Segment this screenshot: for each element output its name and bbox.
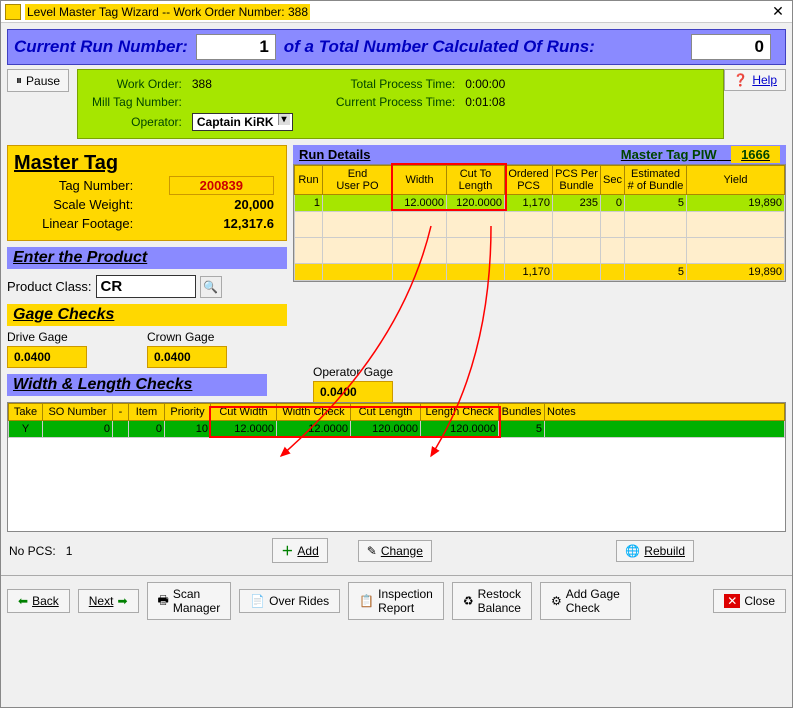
run-totals-row: 1,170 5 19,890 — [295, 264, 785, 281]
col-ordered: OrderedPCS — [505, 166, 553, 195]
drive-gage-label: Drive Gage — [7, 330, 87, 344]
next-button[interactable]: Next➡ — [78, 589, 139, 613]
info-panel: Work Order: 388 Total Process Time: 0:00… — [77, 69, 724, 139]
wl-col-cl: Cut Length — [351, 404, 421, 421]
wl-col-wc: Width Check — [277, 404, 351, 421]
wl-row[interactable]: Y 0 0 10 12.0000 12.0000 120.0000 120.00… — [9, 421, 785, 438]
width-length-header: Width & Length Checks — [7, 374, 267, 396]
tag-number-label: Tag Number: — [16, 177, 137, 194]
mill-tag-label: Mill Tag Number: — [88, 94, 186, 110]
work-order-label: Work Order: — [88, 76, 186, 92]
pause-icon: ⏸ — [16, 73, 22, 88]
app-icon — [5, 4, 21, 20]
col-sec: Sec — [601, 166, 625, 195]
total-runs-label: of a Total Number Calculated Of Runs: — [284, 37, 595, 57]
col-yield: Yield — [687, 166, 785, 195]
piw-label: Master Tag PIW — [621, 147, 717, 162]
mill-tag-value — [188, 94, 248, 110]
col-width: Width — [393, 166, 447, 195]
piw-value: 1666 — [731, 146, 780, 163]
gear-icon: ⚙ — [551, 594, 562, 608]
current-time-label: Current Process Time: — [332, 94, 459, 110]
operator-label: Operator: — [88, 112, 186, 132]
scale-weight-label: Scale Weight: — [16, 196, 137, 213]
close-icon[interactable]: ✕ — [768, 3, 788, 20]
scan-manager-button[interactable]: 🖶ScanManager — [147, 582, 232, 620]
operator-gage-label: Operator Gage — [313, 365, 393, 379]
run-status-bar: Current Run Number: 1 of a Total Number … — [7, 29, 786, 65]
run-row[interactable]: 1 12.0000 120.0000 1,170 235 0 5 19,890 — [295, 195, 785, 212]
scanner-icon: 🖶 — [158, 591, 169, 612]
operator-select[interactable]: Captain KiRK — [192, 113, 293, 131]
nopcs-label: No PCS: 1 — [9, 544, 72, 558]
total-time-label: Total Process Time: — [332, 76, 459, 92]
override-icon: 📄 — [250, 594, 265, 608]
add-gage-check-button[interactable]: ⚙Add GageCheck — [540, 582, 631, 620]
wl-col-so: SO Number — [43, 404, 113, 421]
drive-gage-value[interactable]: 0.0400 — [7, 346, 87, 368]
wl-col-lc: Length Check — [421, 404, 499, 421]
change-button[interactable]: ✎Change — [358, 540, 432, 562]
col-estbundle: Estimated# of Bundle — [625, 166, 687, 195]
master-tag-header: Master Tag — [14, 152, 280, 175]
close-x-icon: ✕ — [724, 594, 740, 608]
col-po: EndUser PO — [323, 166, 393, 195]
col-cutlen: Cut ToLength — [447, 166, 505, 195]
plus-icon: ＋ — [281, 542, 293, 559]
linear-footage-label: Linear Footage: — [16, 215, 137, 232]
crown-gage-label: Crown Gage — [147, 330, 227, 344]
wl-col-bundles: Bundles — [499, 404, 545, 421]
wl-col-take: Take — [9, 404, 43, 421]
tag-number-value: 200839 — [169, 176, 274, 195]
report-icon: 📋 — [359, 594, 374, 608]
current-time-value: 0:01:08 — [461, 94, 509, 110]
overrides-button[interactable]: 📄Over Rides — [239, 589, 340, 613]
total-runs-value: 0 — [691, 34, 771, 60]
rebuild-button[interactable]: 🌐Rebuild — [616, 540, 694, 562]
window-title: Level Master Tag Wizard -- Work Order Nu… — [25, 5, 768, 19]
run-details-grid[interactable]: Run EndUser PO Width Cut ToLength Ordere… — [293, 164, 786, 282]
gage-header: Gage Checks — [7, 304, 287, 326]
operator-gage-value[interactable]: 0.0400 — [313, 381, 393, 403]
total-time-value: 0:00:00 — [461, 76, 509, 92]
wl-col-cw: Cut Width — [211, 404, 277, 421]
pencil-icon: ✎ — [367, 544, 377, 558]
col-run: Run — [295, 166, 323, 195]
close-button[interactable]: ✕Close — [713, 589, 786, 613]
wl-col-item: Item — [129, 404, 165, 421]
wl-col-dash: - — [113, 404, 129, 421]
crown-gage-value[interactable]: 0.0400 — [147, 346, 227, 368]
back-button[interactable]: ⬅Back — [7, 589, 70, 613]
restock-icon: ♻ — [463, 594, 474, 608]
current-run-label: Current Run Number: — [14, 37, 188, 57]
inspection-report-button[interactable]: 📋InspectionReport — [348, 582, 444, 620]
run-details-header: Run Details — [299, 147, 371, 162]
product-search-button[interactable]: 🔍 — [200, 276, 222, 298]
product-class-label: Product Class: — [7, 279, 92, 294]
work-order-value: 388 — [188, 76, 248, 92]
arrow-left-icon: ⬅ — [18, 594, 28, 608]
refresh-icon: 🌐 — [625, 544, 640, 558]
help-icon: ❓ — [733, 73, 748, 87]
master-tag-panel: Master Tag Tag Number: 200839 Scale Weig… — [7, 145, 287, 241]
pause-button[interactable]: ⏸ Pause — [7, 69, 69, 92]
add-button[interactable]: ＋Add — [272, 538, 327, 563]
restock-balance-button[interactable]: ♻RestockBalance — [452, 582, 532, 620]
width-length-grid[interactable]: Take SO Number - Item Priority Cut Width… — [7, 402, 786, 532]
wl-col-notes: Notes — [545, 404, 785, 421]
wl-col-pri: Priority — [165, 404, 211, 421]
product-class-input[interactable]: CR — [96, 275, 196, 298]
col-perbundle: PCS PerBundle — [553, 166, 601, 195]
linear-footage-value: 12,317.6 — [139, 215, 278, 232]
search-icon: 🔍 — [203, 280, 218, 294]
product-header: Enter the Product — [7, 247, 287, 269]
help-button[interactable]: ❓ Help — [724, 69, 786, 91]
arrow-right-icon: ➡ — [117, 594, 127, 608]
current-run-value: 1 — [196, 34, 276, 60]
scale-weight-value: 20,000 — [139, 196, 278, 213]
